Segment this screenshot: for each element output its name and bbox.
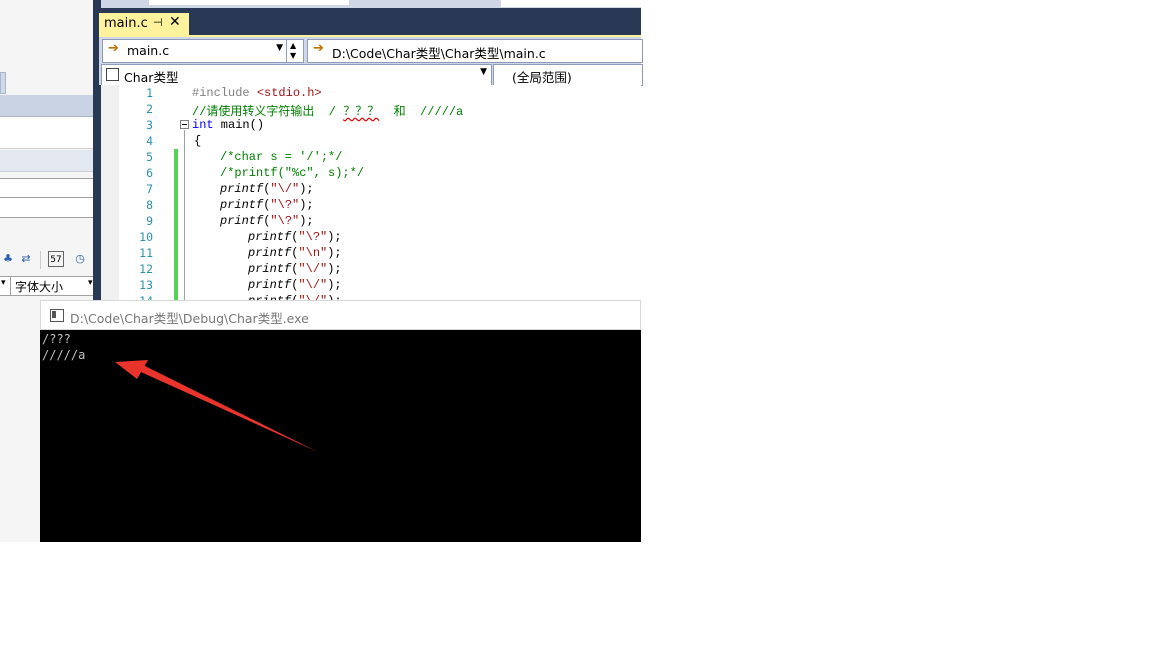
annotation-arrow bbox=[115, 360, 318, 452]
arrow-shaft bbox=[132, 362, 318, 452]
